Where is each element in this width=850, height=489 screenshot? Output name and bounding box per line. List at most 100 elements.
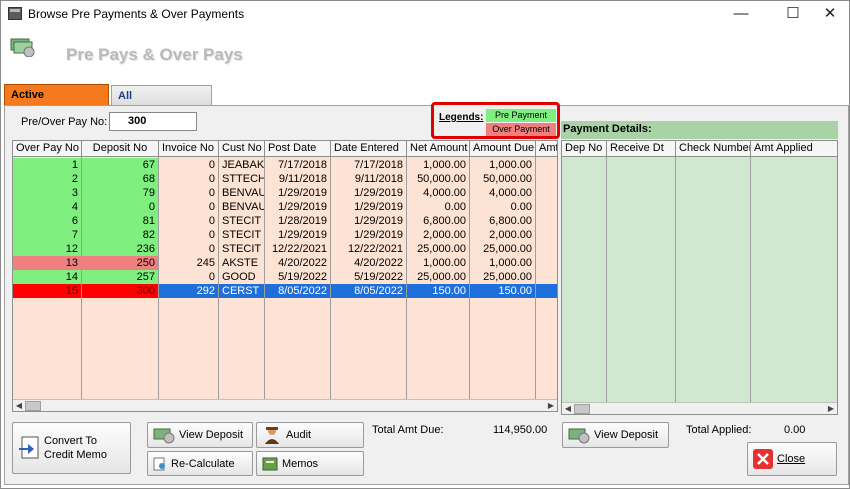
table-cell: 25,000.00: [470, 270, 536, 284]
convert-to-credit-memo-button[interactable]: Convert To Credit Memo: [12, 422, 131, 474]
table-cell: 7/17/2018: [331, 158, 407, 172]
scroll-left-icon[interactable]: ◀: [562, 403, 574, 414]
window-title: Browse Pre Payments & Over Payments: [28, 7, 245, 21]
table-cell: STECIT: [219, 214, 265, 228]
scroll-right-icon[interactable]: ▶: [825, 403, 837, 414]
col-receive-dt[interactable]: Receive Dt: [607, 141, 676, 157]
table-cell: 0: [159, 200, 219, 214]
col-dep-no[interactable]: Dep No: [562, 141, 607, 157]
table-cell: STTECH: [219, 172, 265, 186]
col-date-entered[interactable]: Date Entered: [331, 141, 407, 157]
payments-hscroll[interactable]: ◀ ▶: [13, 399, 557, 411]
memos-label: Memos: [282, 457, 319, 470]
table-cell: 292: [159, 284, 219, 298]
tab-active[interactable]: Active: [4, 84, 109, 106]
details-hscroll[interactable]: ◀ ▶: [562, 402, 837, 414]
recalculate-label: Re-Calculate: [171, 457, 235, 470]
col-amount-due[interactable]: Amount Due: [470, 141, 536, 157]
table-cell: 25,000.00: [470, 242, 536, 256]
table-cell: 0: [159, 242, 219, 256]
table-cell: 0: [82, 200, 159, 214]
table-cell: 7: [13, 228, 82, 242]
minimize-button[interactable]: —: [721, 3, 761, 25]
table-cell: BENVAU: [219, 186, 265, 200]
table-cell: 12/22/2021: [331, 242, 407, 256]
auditor-icon: [265, 427, 279, 444]
table-cell: 0: [159, 214, 219, 228]
table-cell: 13: [13, 256, 82, 270]
app-icon: [8, 7, 22, 20]
view-deposit-details-button[interactable]: View Deposit: [562, 422, 669, 448]
table-cell: 0: [159, 270, 219, 284]
table-row[interactable]: 14 257 0 GOOD 5/19/2022 5/19/2022 25,000.00 25,…: [13, 270, 536, 284]
table-row[interactable]: 1 67 0 JEABAK 7/17/2018 7/17/2018 1,000.00 1,00…: [13, 158, 536, 172]
table-cell: 236: [82, 242, 159, 256]
table-cell: 1: [13, 158, 82, 172]
table-cell: 2,000.00: [407, 228, 470, 242]
total-due-value: 114,950.00: [493, 424, 548, 436]
payment-details-grid[interactable]: Dep No Receive Dt Check Number Amt Appli…: [561, 140, 838, 415]
table-cell: 0.00: [407, 200, 470, 214]
view-deposit-details-label: View Deposit: [594, 429, 658, 441]
col-amt[interactable]: Amt: [536, 141, 557, 157]
payno-input[interactable]: 300: [109, 112, 197, 131]
table-cell: 1/29/2019: [331, 200, 407, 214]
table-cell: 1,000.00: [470, 158, 536, 172]
col-amt-applied[interactable]: Amt Applied: [751, 141, 837, 157]
table-cell: 5/19/2022: [265, 270, 331, 284]
table-row[interactable]: 12 236 0 STECIT 12/22/2021 12/22/2021 25,000.0…: [13, 242, 536, 256]
close-label: Close: [777, 453, 806, 465]
table-cell: 250: [82, 256, 159, 270]
table-row[interactable]: 13 250 245 AKSTE 4/20/2022 4/20/2022 1,000.00 1…: [13, 256, 536, 270]
close-window-button[interactable]: ✕: [810, 3, 850, 25]
col-check-number[interactable]: Check Number: [676, 141, 751, 157]
audit-label: Audit: [286, 429, 312, 441]
col-post-date[interactable]: Post Date: [265, 141, 331, 157]
money-icon: [10, 38, 35, 57]
table-cell: 9/11/2018: [265, 172, 331, 186]
table-cell: 1,000.00: [407, 158, 470, 172]
table-cell: 6,800.00: [407, 214, 470, 228]
memos-button[interactable]: Memos: [256, 451, 364, 476]
table-cell: 81: [82, 214, 159, 228]
col-deposit-no[interactable]: Deposit No: [82, 141, 159, 157]
audit-button[interactable]: Audit: [256, 422, 364, 448]
table-cell: 4: [13, 200, 82, 214]
table-cell: 15: [13, 284, 82, 298]
col-cust-no[interactable]: Cust No: [219, 141, 265, 157]
table-row[interactable]: 4 0 0 BENVAU 1/29/2019 1/29/2019 0.00 0.00: [13, 200, 536, 214]
legend-label: Legends:: [439, 112, 484, 123]
table-cell: 50,000.00: [470, 172, 536, 186]
col-invoice-no[interactable]: Invoice No: [159, 141, 219, 157]
table-row[interactable]: 2 68 0 STTECH 9/11/2018 9/11/2018 50,000.00 50,…: [13, 172, 536, 186]
table-cell: 8/05/2022: [331, 284, 407, 298]
table-cell: 79: [82, 186, 159, 200]
total-applied-label: Total Applied:: [686, 424, 752, 436]
main-window: Browse Pre Payments & Over Payments — ☐ …: [0, 0, 850, 489]
table-cell: 1/29/2019: [331, 228, 407, 242]
col-net-amount[interactable]: Net Amount: [407, 141, 470, 157]
table-cell: 25,000.00: [407, 242, 470, 256]
close-button[interactable]: Close: [747, 442, 837, 476]
payments-grid-header: Over Pay No Deposit No Invoice No Cust N…: [13, 141, 557, 157]
scroll-right-icon[interactable]: ▶: [545, 400, 557, 411]
table-cell: 0: [159, 186, 219, 200]
table-cell: 150.00: [470, 284, 536, 298]
table-cell: 300: [82, 284, 159, 298]
recalculate-button[interactable]: Re-Calculate: [147, 451, 253, 476]
view-deposit-button[interactable]: View Deposit: [147, 422, 253, 448]
payments-grid[interactable]: Over Pay No Deposit No Invoice No Cust N…: [12, 140, 558, 412]
table-cell: STECIT: [219, 228, 265, 242]
table-cell: 25,000.00: [407, 270, 470, 284]
tab-all[interactable]: All: [111, 85, 212, 107]
maximize-button[interactable]: ☐: [773, 3, 813, 25]
table-row[interactable]: 7 82 0 STECIT 1/29/2019 1/29/2019 2,000.00 2,00…: [13, 228, 536, 242]
table-row[interactable]: 6 81 0 STECIT 1/28/2019 1/29/2019 6,800.00 6,80…: [13, 214, 536, 228]
scroll-left-icon[interactable]: ◀: [13, 400, 25, 411]
col-over-pay-no[interactable]: Over Pay No: [13, 141, 82, 157]
table-row[interactable]: 15 300 292 CERST 8/05/2022 8/05/2022 150.00 150…: [13, 284, 557, 298]
table-row[interactable]: 3 79 0 BENVAU 1/29/2019 1/29/2019 4,000.00 4,00…: [13, 186, 536, 200]
table-cell: 1/29/2019: [265, 186, 331, 200]
table-cell: 3: [13, 186, 82, 200]
money-icon: [153, 428, 175, 444]
